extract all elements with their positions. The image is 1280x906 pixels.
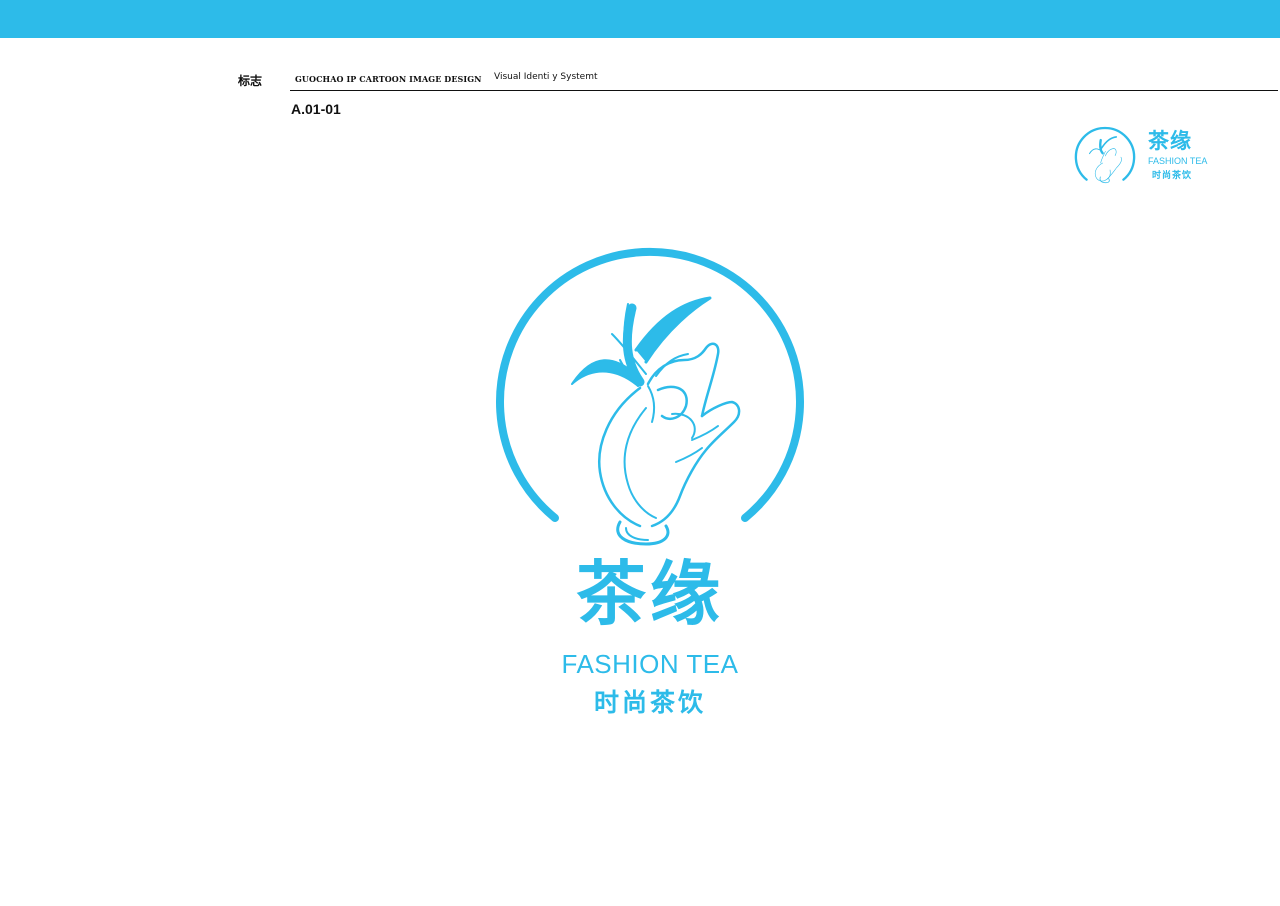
main-logo: 茶缘 FASHION TEA 时尚茶饮 bbox=[480, 236, 820, 726]
small-logo: 茶缘 FASHION TEA 时尚茶饮 bbox=[1072, 122, 1207, 190]
brand-title: 茶缘 bbox=[576, 552, 724, 635]
section-label: 标志 bbox=[238, 74, 263, 88]
header-divider bbox=[290, 90, 1278, 91]
top-color-band bbox=[0, 0, 1280, 38]
series-subtitle: Visual Identi y Systemt bbox=[494, 72, 598, 82]
hand-holding-tea-leaf-icon bbox=[496, 248, 804, 546]
hand-holding-tea-leaf-icon bbox=[1074, 126, 1136, 184]
small-logo-title: 茶缘 bbox=[1148, 128, 1192, 153]
page-code: A.01-01 bbox=[291, 101, 341, 117]
series-title: GUOCHAO IP CARTOON IMAGE DESIGN bbox=[295, 74, 482, 84]
small-logo-english: FASHION TEA bbox=[1148, 156, 1208, 166]
brand-tagline: 时尚茶饮 bbox=[593, 688, 706, 717]
brand-english-name: FASHION TEA bbox=[561, 649, 739, 679]
small-logo-tagline: 时尚茶饮 bbox=[1152, 171, 1193, 181]
